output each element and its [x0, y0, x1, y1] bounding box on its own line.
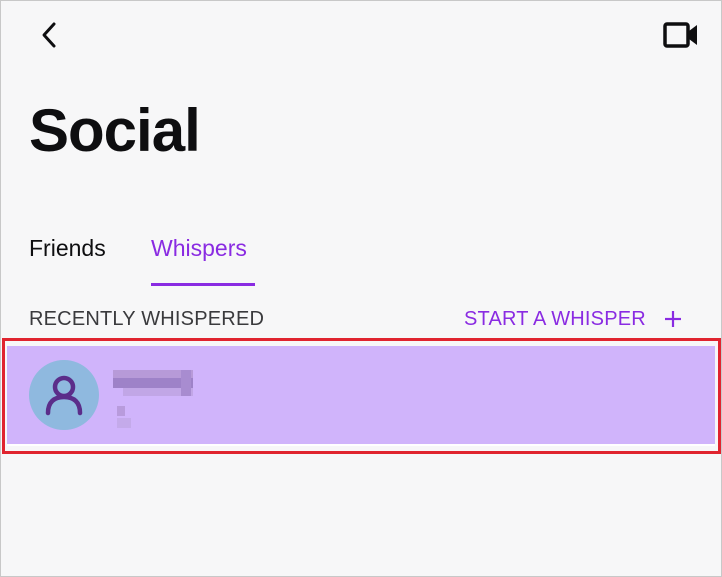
back-button[interactable] [31, 17, 67, 53]
start-whisper-button[interactable]: START A WHISPER [464, 305, 682, 333]
app-window: Social Friends Whispers RECENTLY WHISPER… [0, 0, 722, 577]
video-button[interactable] [659, 15, 703, 55]
active-tab-indicator [151, 283, 255, 286]
start-whisper-label: START A WHISPER [464, 307, 646, 330]
page-title: Social [29, 97, 201, 164]
annotation-highlight [2, 338, 721, 454]
tab-friends[interactable]: Friends [29, 234, 106, 262]
video-camera-icon [663, 22, 697, 48]
plus-icon [664, 310, 682, 328]
section-heading: RECENTLY WHISPERED [29, 308, 265, 330]
chevron-left-icon [42, 22, 56, 48]
tab-whispers[interactable]: Whispers [151, 234, 247, 262]
